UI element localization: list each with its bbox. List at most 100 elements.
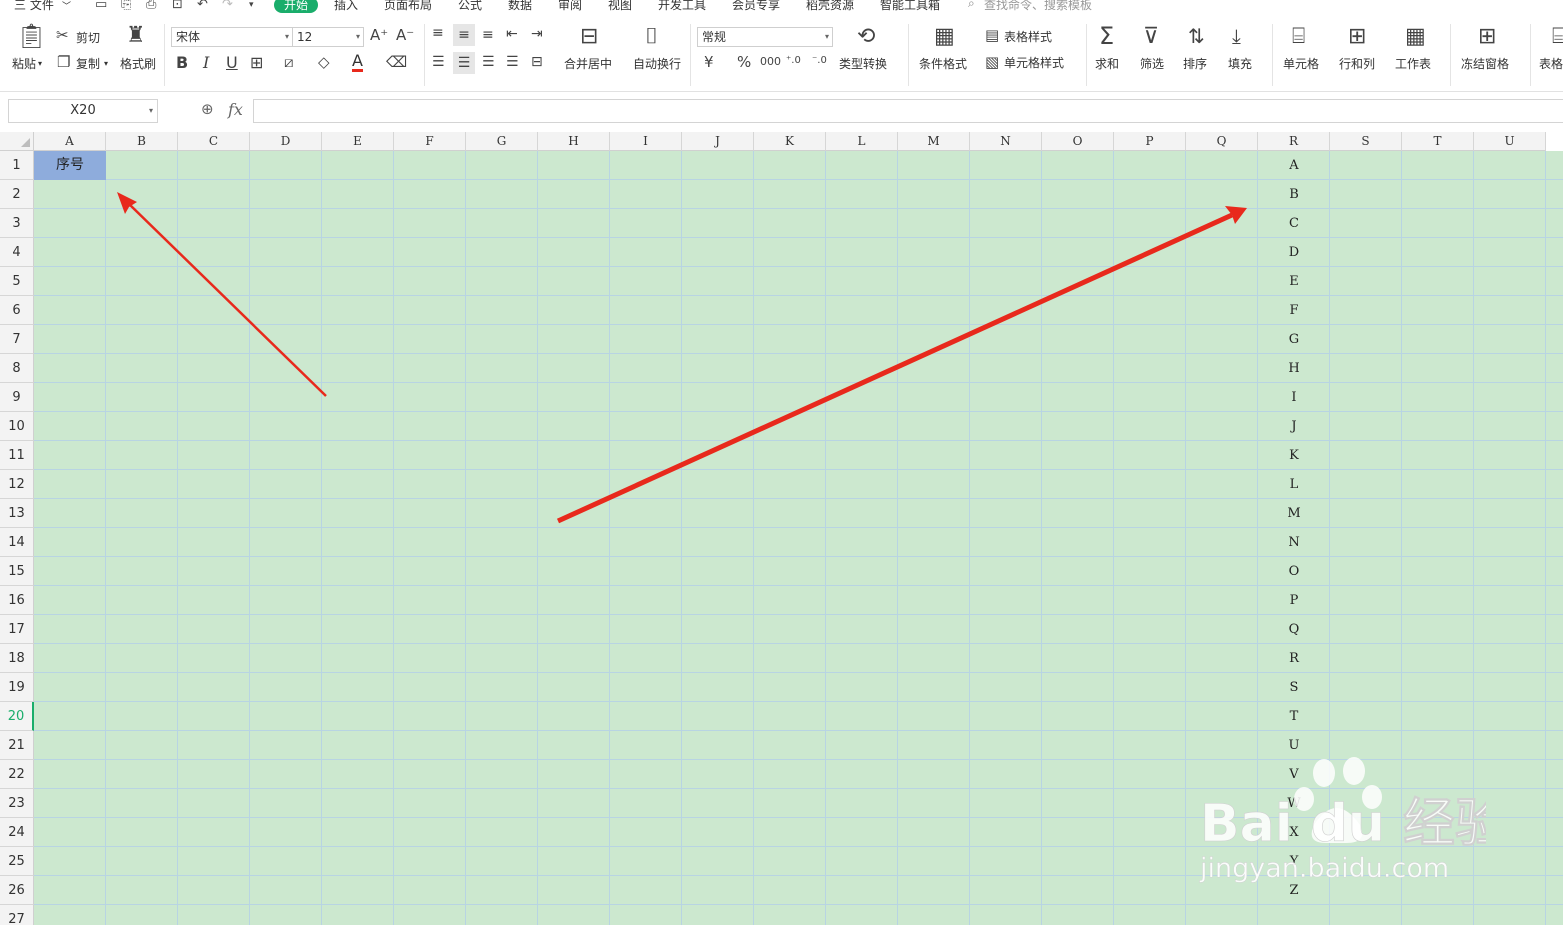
wrap-text-icon[interactable]: ⌷ — [645, 26, 658, 48]
table-style-button[interactable]: 表格样式 — [1004, 29, 1052, 45]
file-menu[interactable]: 三 文件 — [14, 0, 54, 13]
sum-icon[interactable]: Σ — [1099, 24, 1114, 48]
column-header-p[interactable]: P — [1114, 132, 1186, 151]
paste-icon[interactable]: 📋︎ — [16, 24, 46, 48]
align-right-icon[interactable]: ☰ — [482, 55, 495, 69]
font-color-icon[interactable]: A — [352, 53, 363, 72]
undo-icon[interactable]: ↶ — [197, 0, 208, 12]
thousands-separator-icon[interactable]: 000 — [760, 56, 781, 67]
merge-center-icon[interactable]: ⊟ — [580, 26, 598, 48]
cell-r20[interactable]: T — [1258, 702, 1330, 731]
cell-r19[interactable]: S — [1258, 673, 1330, 702]
increase-decimal-icon[interactable]: ⁺.0 — [786, 56, 801, 66]
cell-r1[interactable]: A — [1258, 151, 1330, 180]
row-header-13[interactable]: 13 — [0, 499, 34, 528]
format-painter-button[interactable]: 格式刷 — [120, 56, 156, 72]
tab-formulas[interactable]: 公式 — [458, 0, 482, 13]
type-convert-button[interactable]: 类型转换 — [839, 56, 887, 72]
row-header-2[interactable]: 2 — [0, 180, 34, 209]
fx-icon[interactable]: fx — [228, 100, 243, 119]
border-icon[interactable]: ⊞ — [250, 55, 263, 71]
row-header-16[interactable]: 16 — [0, 586, 34, 615]
tab-view[interactable]: 视图 — [608, 0, 632, 13]
row-header-4[interactable]: 4 — [0, 238, 34, 267]
row-header-9[interactable]: 9 — [0, 383, 34, 412]
cell-r24[interactable]: X — [1258, 818, 1330, 847]
copy-dropdown-icon[interactable]: ▾ — [104, 56, 108, 72]
cell-r23[interactable]: W — [1258, 789, 1330, 818]
row-header-21[interactable]: 21 — [0, 731, 34, 760]
currency-icon[interactable]: ¥ — [704, 55, 714, 70]
row-header-1[interactable]: 1 — [0, 151, 34, 180]
row-header-19[interactable]: 19 — [0, 673, 34, 702]
scissors-icon[interactable]: ✂ — [56, 28, 69, 43]
row-header-11[interactable]: 11 — [0, 441, 34, 470]
column-header-a[interactable]: A — [34, 132, 106, 151]
row-header-17[interactable]: 17 — [0, 615, 34, 644]
table-tools-icon[interactable]: ⌸ — [1552, 26, 1563, 48]
print-icon[interactable]: ⎙ — [146, 0, 156, 12]
cell-r12[interactable]: L — [1258, 470, 1330, 499]
eraser-icon[interactable]: ⌫ — [386, 55, 407, 70]
column-header-g[interactable]: G — [466, 132, 538, 151]
row-header-22[interactable]: 22 — [0, 760, 34, 789]
row-header-25[interactable]: 25 — [0, 847, 34, 876]
search-icon[interactable]: ⌕ — [968, 0, 975, 11]
cell-r11[interactable]: K — [1258, 441, 1330, 470]
column-header-k[interactable]: K — [754, 132, 826, 151]
decrease-indent-icon[interactable]: ⇤ — [506, 27, 518, 41]
column-header-m[interactable]: M — [898, 132, 970, 151]
column-header-t[interactable]: T — [1402, 132, 1474, 151]
cell-r25[interactable]: Y — [1258, 847, 1330, 876]
row-header-23[interactable]: 23 — [0, 789, 34, 818]
increase-font-icon[interactable]: A⁺ — [370, 28, 388, 43]
cell-r14[interactable]: N — [1258, 528, 1330, 557]
row-header-12[interactable]: 12 — [0, 470, 34, 499]
sum-button[interactable]: 求和 — [1095, 56, 1119, 72]
cell-style-icon[interactable]: ▧ — [985, 55, 999, 70]
column-header-j[interactable]: J — [682, 132, 754, 151]
type-convert-icon[interactable]: ⟲ — [857, 26, 875, 48]
cell-r26[interactable]: Z — [1258, 876, 1330, 905]
cells-button[interactable]: 单元格 — [1283, 56, 1319, 72]
redo-icon[interactable]: ↷ — [222, 0, 233, 12]
format-painter-icon[interactable]: ♜ — [126, 25, 146, 47]
table-style-icon[interactable]: ▤ — [985, 28, 999, 43]
row-header-15[interactable]: 15 — [0, 557, 34, 586]
select-all-button[interactable] — [0, 132, 34, 151]
tab-page-layout[interactable]: 页面布局 — [384, 0, 432, 13]
cell-r18[interactable]: R — [1258, 644, 1330, 673]
cell-r3[interactable]: C — [1258, 209, 1330, 238]
wrap-text-button[interactable]: 自动换行 — [633, 56, 681, 72]
column-header-o[interactable]: O — [1042, 132, 1114, 151]
cell-r13[interactable]: M — [1258, 499, 1330, 528]
merge-center-button[interactable]: 合并居中 — [564, 56, 612, 72]
paste-button[interactable]: 粘贴 — [12, 56, 36, 72]
worksheet-button[interactable]: 工作表 — [1395, 56, 1431, 72]
row-header-6[interactable]: 6 — [0, 296, 34, 325]
align-center-icon[interactable]: ☰ — [453, 52, 475, 74]
column-header-q[interactable]: Q — [1186, 132, 1258, 151]
cell-r15[interactable]: O — [1258, 557, 1330, 586]
row-header-18[interactable]: 18 — [0, 644, 34, 673]
column-header-f[interactable]: F — [394, 132, 466, 151]
row-header-26[interactable]: 26 — [0, 876, 34, 905]
tab-insert[interactable]: 插入 — [334, 0, 358, 13]
command-search[interactable]: 查找命令、搜索模板 — [984, 0, 1092, 13]
filter-button[interactable]: 筛选 — [1140, 56, 1164, 72]
filter-icon[interactable]: ⊽ — [1143, 26, 1159, 48]
paste-dropdown-icon[interactable]: ▾ — [38, 56, 42, 72]
cell-r6[interactable]: F — [1258, 296, 1330, 325]
tab-data[interactable]: 数据 — [508, 0, 532, 13]
table-tools-button[interactable]: 表格 — [1539, 56, 1563, 72]
align-left-icon[interactable]: ☰ — [432, 55, 445, 69]
column-header-r[interactable]: R — [1258, 132, 1330, 151]
cell-r8[interactable]: H — [1258, 354, 1330, 383]
row-header-5[interactable]: 5 — [0, 267, 34, 296]
quick-access-dropdown-icon[interactable]: ▾ — [249, 0, 254, 10]
chevron-down-icon[interactable]: ﹀ — [62, 0, 71, 12]
export-icon[interactable]: ⎘ — [121, 0, 131, 12]
name-box[interactable]: X20 ▾ — [8, 99, 158, 123]
freeze-panes-icon[interactable]: ⊞ — [1478, 26, 1496, 48]
cell-r9[interactable]: I — [1258, 383, 1330, 412]
